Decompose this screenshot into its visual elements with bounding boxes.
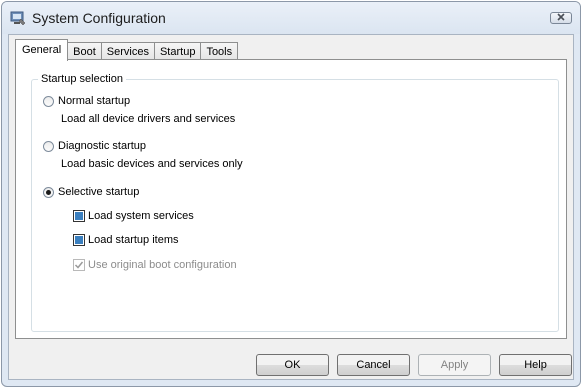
- use-original-boot-label: Use original boot configuration: [88, 259, 237, 271]
- diagnostic-startup-radio-circle[interactable]: [43, 140, 54, 152]
- normal-startup-description: Load all device drivers and services: [61, 113, 236, 125]
- checkmark-icon: [74, 261, 84, 269]
- diagnostic-startup-radio[interactable]: Diagnostic startup: [43, 140, 146, 152]
- diagnostic-startup-label: Diagnostic startup: [58, 140, 147, 152]
- title-bar[interactable]: System Configuration: [2, 2, 580, 34]
- load-startup-items-label: Load startup items: [88, 234, 179, 246]
- cancel-button[interactable]: Cancel: [337, 354, 410, 376]
- use-original-boot-checkbox: Use original boot configuration: [73, 259, 237, 271]
- ok-button[interactable]: OK: [256, 354, 329, 376]
- dialog-client-area: General Boot Services Startup Tools Star…: [8, 34, 574, 380]
- help-button[interactable]: Help: [499, 354, 572, 376]
- normal-startup-radio-circle[interactable]: [43, 95, 54, 107]
- close-icon: [556, 12, 566, 24]
- use-original-boot-box: [73, 259, 85, 271]
- normal-startup-label: Normal startup: [58, 95, 131, 107]
- window-title: System Configuration: [32, 10, 166, 26]
- load-system-services-label: Load system services: [88, 210, 194, 222]
- general-tab-panel: Startup selection Normal startup Load al…: [15, 59, 567, 339]
- system-config-icon: [10, 10, 26, 26]
- tab-strip: General Boot Services Startup Tools: [15, 39, 239, 61]
- load-system-services-box[interactable]: [73, 210, 85, 222]
- load-startup-items-box[interactable]: [73, 234, 85, 246]
- normal-startup-radio[interactable]: Normal startup: [43, 95, 130, 107]
- close-button[interactable]: [550, 12, 572, 24]
- selective-startup-radio[interactable]: Selective startup: [43, 186, 139, 198]
- load-startup-items-checkbox[interactable]: Load startup items: [73, 234, 179, 246]
- startup-selection-legend: Startup selection: [38, 73, 126, 85]
- tab-general[interactable]: General: [15, 39, 69, 61]
- load-system-services-checkbox[interactable]: Load system services: [73, 210, 194, 222]
- system-configuration-window: System Configuration General Boot Servic…: [1, 1, 581, 387]
- apply-button[interactable]: Apply: [418, 354, 491, 376]
- diagnostic-startup-description: Load basic devices and services only: [61, 158, 243, 170]
- selective-startup-label: Selective startup: [58, 186, 140, 198]
- selective-startup-radio-circle[interactable]: [43, 186, 54, 198]
